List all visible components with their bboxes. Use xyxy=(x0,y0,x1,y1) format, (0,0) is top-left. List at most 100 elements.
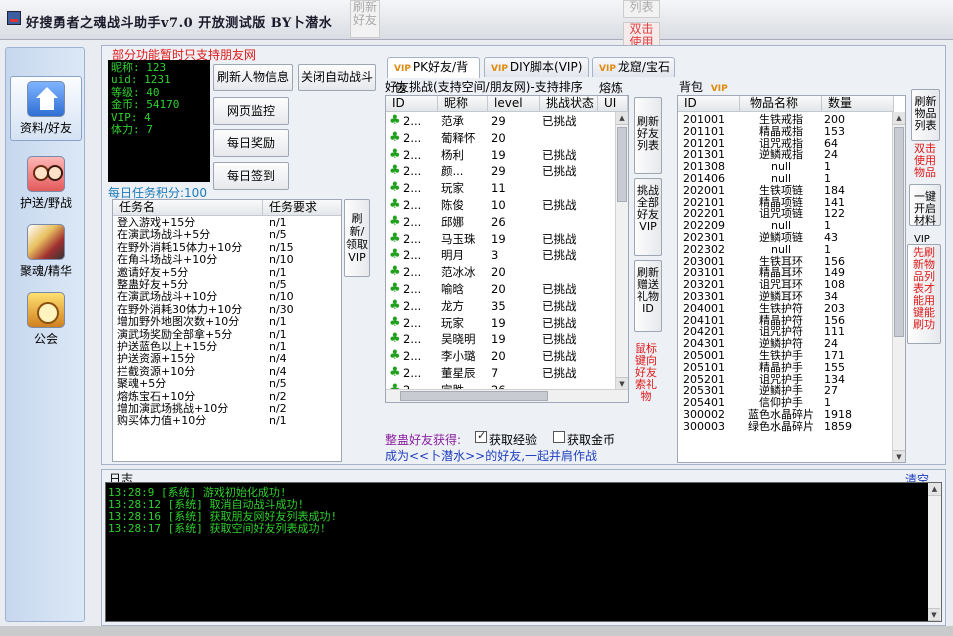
bag-row[interactable]: 202001 生铁项链 184 xyxy=(678,184,894,197)
task-row[interactable]: 演武场奖励全部拿+5分 n/1 xyxy=(113,328,341,341)
task-row[interactable]: 在野外消耗15体力+10分 n/15 xyxy=(113,241,341,254)
tab-dragon-gem[interactable]: VIP 龙窟/宝石熔炼 xyxy=(592,57,675,95)
friend-row[interactable]: ♣ 2... 范承 29 已挑战 xyxy=(386,113,616,130)
friend-row[interactable]: ♣ 2... 马玉珠 19 已挑战 xyxy=(386,231,616,248)
refresh-player-button[interactable]: 刷新人物信息 xyxy=(213,64,293,91)
task-table[interactable]: 任务名 任务要求 登入游戏+15分 n/1 在演武场战斗+5分 n/5 在野外消耗15体… xyxy=(112,199,342,462)
bag-table[interactable]: ID 物品名称 数量 201001 生铁戒指 200 201101 精晶戒指 153 201… xyxy=(677,95,906,463)
friend-row[interactable]: ♣ 2... 陈俊 10 已挑战 xyxy=(386,197,616,214)
scroll-up-icon[interactable]: ▲ xyxy=(616,112,628,125)
nav-item-profile-friends[interactable]: 资料/好友 xyxy=(10,76,82,141)
bag-header-quantity[interactable]: 数量 xyxy=(822,96,894,112)
daily-reward-button[interactable]: 每日奖励 xyxy=(213,129,289,157)
task-row[interactable]: 增加野外地图次数+10分 n/1 xyxy=(113,316,341,328)
task-name: 在角斗场战斗+10分 xyxy=(117,253,218,267)
item-quantity: 203 xyxy=(824,301,845,315)
auto-battle-off-button[interactable]: 关闭自动战斗 xyxy=(298,64,376,91)
friend-row[interactable]: ♣ 2... 邱娜 26 xyxy=(386,214,616,231)
task-row[interactable]: 在演武场战斗+10分 n/10 xyxy=(113,291,341,303)
refresh-skill-note-button[interactable]: 先刷新物品列表才能用键能刷功 xyxy=(907,244,941,344)
bag-row[interactable]: 300003 绿色水晶碎片 1859 xyxy=(678,420,894,433)
friend-level: 11 xyxy=(491,181,506,196)
friend-row[interactable]: ♣ 2... 范冰冰 20 xyxy=(386,264,616,281)
scroll-down-icon[interactable]: ▼ xyxy=(893,450,905,462)
nav-item-label: 护送/野战 xyxy=(19,196,73,210)
tab-pk-friends-bag[interactable]: VIP PK好友/背包 xyxy=(387,57,480,95)
friend-row[interactable]: ♣ 2... 玩家 19 已挑战 xyxy=(386,315,616,332)
log-scrollbar[interactable]: ▲ ▼ xyxy=(928,483,941,621)
friend-row[interactable]: ♣ 2... 葡释怀 20 xyxy=(386,130,616,147)
task-requirement: n/30 xyxy=(269,302,294,316)
bag-row[interactable]: 204001 生铁护符 203 xyxy=(678,301,894,315)
friend-header-uid[interactable]: UI xyxy=(598,96,628,112)
task-row[interactable]: 在野外消耗30体力+10分 n/30 xyxy=(113,302,341,316)
refresh-gift-id-button[interactable]: 刷新赠送礼物ID xyxy=(634,260,662,332)
scroll-thumb[interactable] xyxy=(617,127,627,202)
task-header-name[interactable]: 任务名 xyxy=(113,200,263,216)
task-row[interactable]: 邀请好友+5分 n/1 xyxy=(113,266,341,279)
one-click-open-materials-button[interactable]: 一键开启材料 xyxy=(909,184,941,227)
bag-row[interactable]: 201101 精晶戒指 153 xyxy=(678,125,894,138)
scroll-up-icon[interactable]: ▲ xyxy=(928,483,941,496)
hscroll-thumb[interactable] xyxy=(400,391,548,401)
friend-header-level[interactable]: level xyxy=(488,96,540,112)
bag-row[interactable]: 202302 null 1 xyxy=(678,243,894,256)
nav-item-guild[interactable]: 公会 xyxy=(10,288,82,353)
tab-label: DIY脚本(VIP) xyxy=(509,60,583,74)
friend-list[interactable]: ID 昵称 level 挑战状态 UI ♣ 2... 范承 29 已挑战 ♣ 2... 葡释怀… xyxy=(385,95,629,403)
friend-nickname: 陈俊 xyxy=(441,198,464,212)
task-row[interactable]: 护送资源+15分 n/4 xyxy=(113,353,341,365)
task-row[interactable]: 在角斗场战斗+10分 n/10 xyxy=(113,253,341,267)
friend-row[interactable]: ♣ 2... 喻晗 20 已挑战 xyxy=(386,281,616,298)
friend-row[interactable]: ♣ 2... 董星辰 7 已挑战 xyxy=(386,365,616,382)
clover-icon: ♣ xyxy=(389,348,401,364)
log-output[interactable]: 13:28:9 [系统] 游戏初始化成功! 13:28:12 [系统] 取消自动… xyxy=(105,482,942,622)
friend-nickname: 龙方 xyxy=(441,298,464,313)
friend-list-hscrollbar[interactable] xyxy=(386,389,628,402)
nav-item-escort-field[interactable]: 护送/野战 xyxy=(10,152,82,217)
task-requirement: n/4 xyxy=(269,364,287,378)
refresh-friends-button[interactable]: 刷新好友列表 xyxy=(634,97,662,174)
challenge-all-friends-vip-button[interactable]: 挑战全部好友VIP xyxy=(634,178,662,256)
task-row[interactable]: 聚魂+5分 n/5 xyxy=(113,378,341,390)
task-row[interactable]: 熔炼宝石+10分 n/2 xyxy=(113,390,341,403)
bag-header-item-name[interactable]: 物品名称 xyxy=(740,96,822,112)
task-row[interactable]: 购买体力值+10分 n/1 xyxy=(113,415,341,427)
friend-row[interactable]: ♣ 2... 李小璐 20 已挑战 xyxy=(386,348,616,365)
clover-icon: ♣ xyxy=(389,113,401,128)
get-exp-label[interactable]: 获取经验 xyxy=(489,431,537,448)
scroll-up-icon[interactable]: ▲ xyxy=(893,112,905,125)
stat-uid: uid: 1231 xyxy=(111,73,171,87)
tab-diy-script[interactable]: VIP DIY脚本(VIP) xyxy=(484,57,589,77)
bag-row[interactable]: 205101 精晶护手 155 xyxy=(678,361,894,374)
friend-header-id[interactable]: ID xyxy=(386,96,438,112)
bag-scrollbar[interactable]: ▲ ▼ xyxy=(892,112,905,462)
friend-row[interactable]: ♣ 2... 龙方 35 已挑战 xyxy=(386,298,616,315)
scroll-thumb[interactable] xyxy=(894,127,904,337)
bag-title-label: 背包 xyxy=(679,80,704,94)
friend-row[interactable]: ♣ 2... 明月 3 已挑战 xyxy=(386,247,616,264)
task-header-requirement[interactable]: 任务要求 xyxy=(263,200,341,216)
bag-header-id[interactable]: ID xyxy=(678,96,740,112)
friend-header-status[interactable]: 挑战状态 xyxy=(540,96,598,112)
refresh-items-button[interactable]: 刷新物品列表 xyxy=(911,89,940,141)
get-gold-label[interactable]: 获取金币 xyxy=(567,431,615,448)
scroll-down-icon[interactable]: ▼ xyxy=(928,608,940,621)
task-refresh-claim-vip-button[interactable]: 刷新/领取VIP xyxy=(344,199,370,277)
get-exp-checkbox[interactable] xyxy=(475,429,487,443)
friend-row[interactable]: ♣ 2... 玩家 11 xyxy=(386,180,616,197)
friend-row[interactable]: ♣ 2... 吴晓明 19 已挑战 xyxy=(386,331,616,348)
nav-item-soul-essence[interactable]: 聚魂/精华 xyxy=(10,220,82,285)
web-monitor-button[interactable]: 网页监控 xyxy=(213,97,289,125)
friend-status: 已挑战 xyxy=(542,315,577,330)
friend-header-nickname[interactable]: 昵称 xyxy=(438,96,488,112)
daily-signin-button[interactable]: 每日签到 xyxy=(213,162,289,190)
get-gold-checkbox[interactable] xyxy=(553,431,565,443)
friend-row[interactable]: ♣ 2... 颜... 29 已挑战 xyxy=(386,163,616,180)
log-scroll-track[interactable]: ▲ ▼ xyxy=(928,483,941,621)
task-row[interactable]: 拦截资源+10分 n/4 xyxy=(113,364,341,378)
task-row[interactable]: 在演武场战斗+5分 n/5 xyxy=(113,229,341,241)
friend-list-scrollbar[interactable]: ▲ ▼ xyxy=(615,112,628,390)
clover-icon: ♣ xyxy=(389,163,401,179)
friend-row[interactable]: ♣ 2... 杨利 19 已挑战 xyxy=(386,147,616,164)
